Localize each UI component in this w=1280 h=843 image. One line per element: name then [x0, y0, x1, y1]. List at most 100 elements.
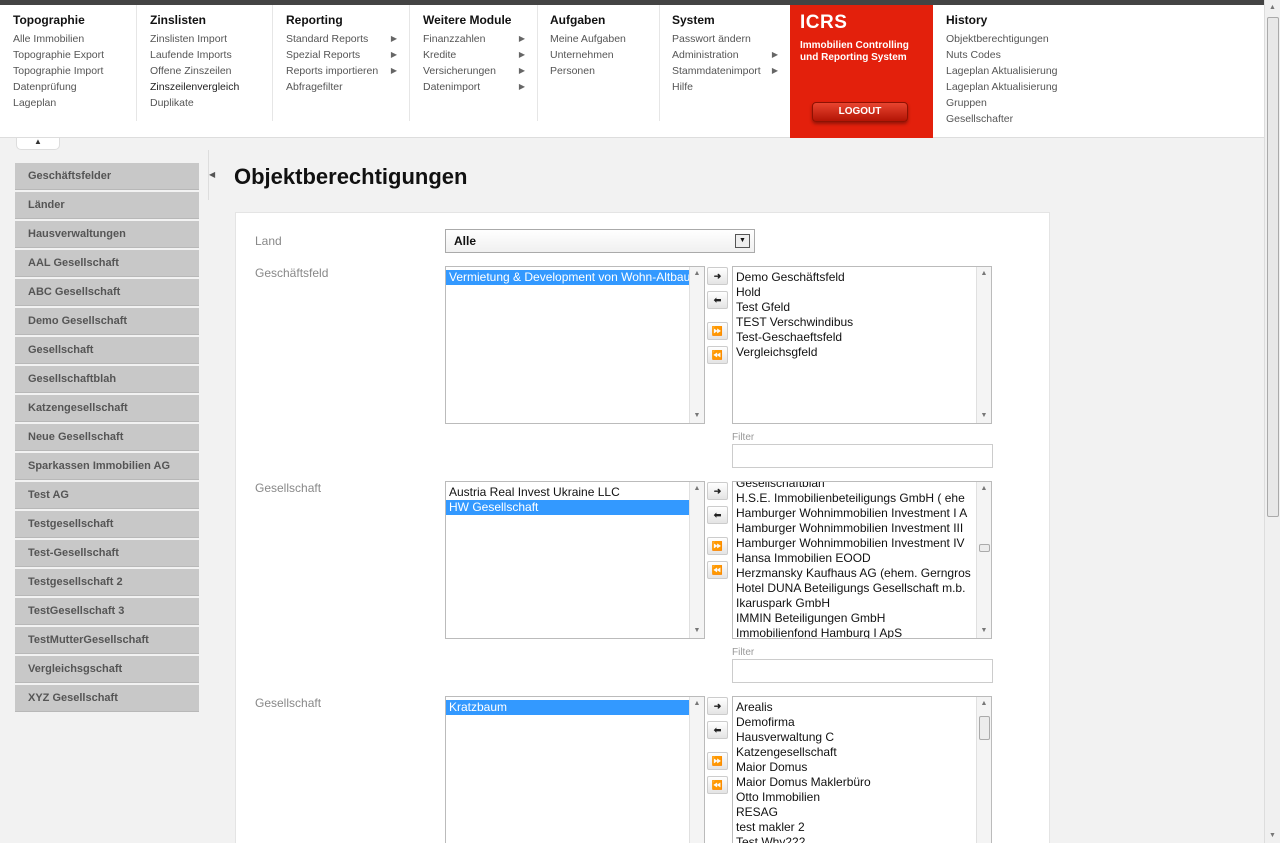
sidebar-item-aal-gesellschaft[interactable]: AAL Gesellschaft: [15, 250, 199, 277]
sidebar-item-testgesellschaft-2[interactable]: Testgesellschaft 2: [15, 569, 199, 596]
list-item[interactable]: Arealis: [733, 700, 991, 715]
menu-item-gruppen[interactable]: Gruppen: [946, 95, 1083, 111]
list-item[interactable]: Hansa Immobilien EOOD: [733, 551, 991, 566]
menu-item-gesellschafter[interactable]: Gesellschafter: [946, 111, 1083, 127]
list-item[interactable]: TEST Verschwindibus: [733, 315, 991, 330]
sidebar-item-neue-gesellschaft[interactable]: Neue Gesellschaft: [15, 424, 199, 451]
list-item[interactable]: Hamburger Wohnimmobilien Investment IV: [733, 536, 991, 551]
sidebar-item-katzengesellschaft[interactable]: Katzengesellschaft: [15, 395, 199, 422]
sidebar-item-testgesellschaft[interactable]: Testgesellschaft: [15, 511, 199, 538]
land-select[interactable]: Alle ▼: [445, 229, 755, 253]
list-item[interactable]: Herzmansky Kaufhaus AG (ehem. Gerngros: [733, 566, 991, 581]
menu-item-unternehmen[interactable]: Unternehmen: [550, 47, 659, 63]
menu-collapse-button[interactable]: ▲: [16, 138, 60, 150]
move-all-left-button[interactable]: ⏪: [707, 346, 728, 364]
menu-item-administration[interactable]: Administration ▶: [672, 47, 790, 63]
sidebar-item-test-ag[interactable]: Test AG: [15, 482, 199, 509]
list-item[interactable]: Maior Domus Maklerbüro: [733, 775, 991, 790]
sidebar-collapse-icon[interactable]: ◀: [209, 170, 215, 179]
list-item[interactable]: Test Gfeld: [733, 300, 991, 315]
menu-item-hilfe[interactable]: Hilfe: [672, 79, 790, 95]
scroll-up-icon[interactable]: ▲: [977, 267, 991, 281]
list-item[interactable]: Test-Geschaeftsfeld: [733, 330, 991, 345]
menu-item-datenimport[interactable]: Datenimport ▶: [423, 79, 537, 95]
list-item[interactable]: Immobilienfond Hamburg I ApS: [733, 626, 991, 638]
list-item[interactable]: Test Why222: [733, 835, 991, 843]
list-scrollbar[interactable]: ▲: [689, 697, 704, 843]
menu-item-finanzzahlen[interactable]: Finanzzahlen ▶: [423, 31, 537, 47]
geschaeftsfeld-available-list[interactable]: Demo Geschäftsfeld Hold Test Gfeld TEST …: [732, 266, 992, 424]
menu-item-alle-immobilien[interactable]: Alle Immobilien: [13, 31, 136, 47]
scroll-up-icon[interactable]: ▲: [690, 267, 704, 281]
scroll-thumb[interactable]: [979, 544, 990, 552]
scroll-thumb[interactable]: [1267, 17, 1279, 517]
gesellschaft-selected-list[interactable]: Austria Real Invest Ukraine LLC HW Gesel…: [445, 481, 705, 639]
scroll-up-icon[interactable]: ▲: [1265, 0, 1280, 15]
list-item[interactable]: Vergleichsgfeld: [733, 345, 991, 360]
list-scrollbar[interactable]: ▲ ▼: [689, 267, 704, 423]
geschaeftsfeld-selected-list[interactable]: Vermietung & Development von Wohn-Altbau…: [445, 266, 705, 424]
menu-item-zinszeilenvergleich[interactable]: Zinszeilenvergleich: [150, 79, 272, 95]
sidebar-item-laender[interactable]: Länder: [15, 192, 199, 219]
list-item[interactable]: H.S.E. Immobilienbeteiligungs GmbH ( ehe: [733, 491, 991, 506]
menu-item-duplikate[interactable]: Duplikate: [150, 95, 272, 111]
menu-item-lageplan[interactable]: Lageplan: [13, 95, 136, 111]
menu-item-topographie-export[interactable]: Topographie Export: [13, 47, 136, 63]
gesellschaft-selected-list-2[interactable]: Kratzbaum ▲: [445, 696, 705, 843]
sidebar-item-gesellschaftblah[interactable]: Gesellschaftblah: [15, 366, 199, 393]
logout-button[interactable]: LOGOUT: [812, 102, 908, 122]
move-left-button[interactable]: ⬅: [707, 721, 728, 739]
dropdown-arrow-icon[interactable]: ▼: [735, 234, 750, 248]
menu-item-objektberechtigungen[interactable]: Objektberechtigungen: [946, 31, 1083, 47]
move-right-button[interactable]: ➜: [707, 697, 728, 715]
menu-item-datenpruefung[interactable]: Datenprüfung: [13, 79, 136, 95]
list-scrollbar[interactable]: ▲: [976, 697, 991, 843]
list-item[interactable]: Kratzbaum: [446, 700, 704, 715]
move-left-button[interactable]: ⬅: [707, 291, 728, 309]
list-item[interactable]: IMMIN Beteiligungen GmbH: [733, 611, 991, 626]
list-item[interactable]: HW Gesellschaft: [446, 500, 704, 515]
menu-item-stammdatenimport[interactable]: Stammdatenimport ▶: [672, 63, 790, 79]
page-scrollbar[interactable]: ▲ ▼: [1264, 0, 1280, 843]
menu-item-kredite[interactable]: Kredite ▶: [423, 47, 537, 63]
list-item[interactable]: Demofirma: [733, 715, 991, 730]
scroll-down-icon[interactable]: ▼: [690, 624, 704, 638]
list-item[interactable]: Gesellschaftblah: [733, 482, 991, 491]
sidebar-item-testgesellschaft-3[interactable]: TestGesellschaft 3: [15, 598, 199, 625]
move-right-button[interactable]: ➜: [707, 482, 728, 500]
scroll-thumb[interactable]: [979, 716, 990, 740]
move-all-left-button[interactable]: ⏪: [707, 776, 728, 794]
scroll-up-icon[interactable]: ▲: [977, 697, 991, 711]
list-item[interactable]: Hausverwaltung C: [733, 730, 991, 745]
sidebar-item-gesellschaft[interactable]: Gesellschaft: [15, 337, 199, 364]
list-item[interactable]: Ikaruspark GmbH: [733, 596, 991, 611]
sidebar-item-vergleichsgschaft[interactable]: Vergleichsgschaft: [15, 656, 199, 683]
move-right-button[interactable]: ➜: [707, 267, 728, 285]
list-scrollbar[interactable]: ▲ ▼: [689, 482, 704, 638]
menu-item-standard-reports[interactable]: Standard Reports ▶: [286, 31, 409, 47]
list-item[interactable]: Hold: [733, 285, 991, 300]
sidebar-item-demo-gesellschaft[interactable]: Demo Gesellschaft: [15, 308, 199, 335]
list-item[interactable]: Hamburger Wohnimmobilien Investment I A: [733, 506, 991, 521]
menu-item-lageplan-aktualisierung[interactable]: Lageplan Aktualisierung: [946, 63, 1083, 79]
sidebar-item-abc-gesellschaft[interactable]: ABC Gesellschaft: [15, 279, 199, 306]
list-item[interactable]: test makler 2: [733, 820, 991, 835]
move-all-right-button[interactable]: ⏩: [707, 322, 728, 340]
filter-input-1[interactable]: [732, 444, 993, 468]
sidebar-item-testmuttergesellschaft[interactable]: TestMutterGesellschaft: [15, 627, 199, 654]
scroll-up-icon[interactable]: ▲: [977, 482, 991, 496]
menu-item-topographie-import[interactable]: Topographie Import: [13, 63, 136, 79]
gesellschaft-available-list[interactable]: Gesellschaftblah H.S.E. Immobilienbeteil…: [732, 481, 992, 639]
scroll-down-icon[interactable]: ▼: [977, 624, 991, 638]
menu-item-passwort-aendern[interactable]: Passwort ändern: [672, 31, 790, 47]
menu-item-laufende-imports[interactable]: Laufende Imports: [150, 47, 272, 63]
menu-item-zinslisten-import[interactable]: Zinslisten Import: [150, 31, 272, 47]
list-scrollbar[interactable]: ▲ ▼: [976, 267, 991, 423]
list-item[interactable]: Maior Domus: [733, 760, 991, 775]
list-item[interactable]: Katzengesellschaft: [733, 745, 991, 760]
move-all-left-button[interactable]: ⏪: [707, 561, 728, 579]
sidebar-item-hausverwaltungen[interactable]: Hausverwaltungen: [15, 221, 199, 248]
move-all-right-button[interactable]: ⏩: [707, 752, 728, 770]
sidebar-item-xyz-gesellschaft[interactable]: XYZ Gesellschaft: [15, 685, 199, 712]
scroll-down-icon[interactable]: ▼: [1265, 828, 1280, 843]
